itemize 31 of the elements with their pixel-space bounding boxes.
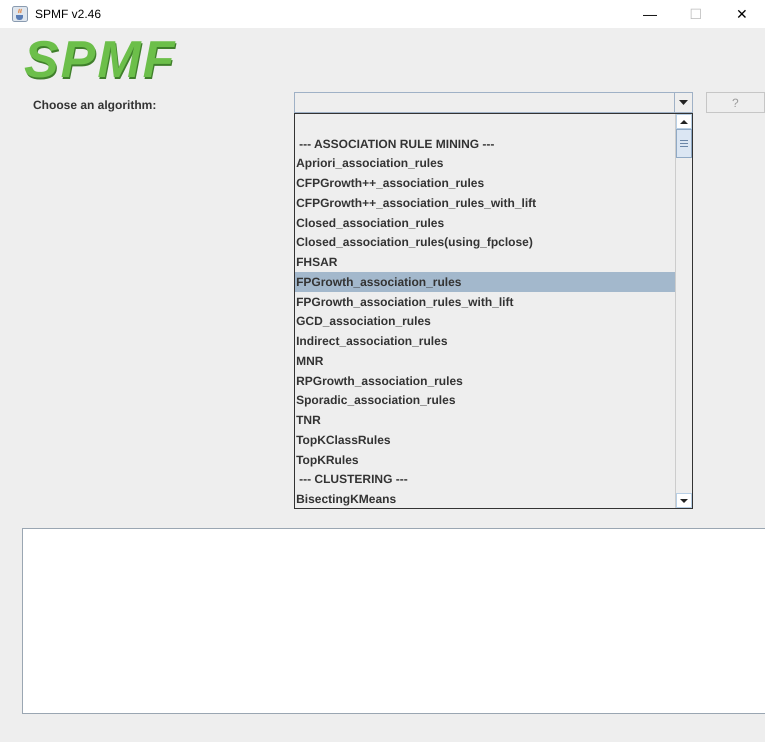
dropdown-option[interactable]: FPGrowth_association_rules_with_lift — [295, 292, 675, 312]
dropdown-option[interactable]: CFPGrowth++_association_rules_with_lift — [295, 193, 675, 213]
spmf-logo: SPMF — [24, 34, 176, 86]
algorithm-dropdown[interactable] — [294, 92, 693, 113]
dropdown-option[interactable]: CFPGrowth++_association_rules — [295, 173, 675, 193]
close-button[interactable]: ✕ — [719, 0, 765, 28]
dropdown-option[interactable]: Indirect_association_rules — [295, 331, 675, 351]
java-cup-icon — [12, 6, 28, 22]
dropdown-option[interactable]: FPGrowth_association_rules — [295, 272, 675, 292]
scroll-down-icon — [680, 498, 688, 502]
scroll-up-icon — [680, 120, 688, 124]
scroll-thumb[interactable] — [676, 129, 692, 158]
dropdown-option[interactable]: BisectingKMeans — [295, 489, 675, 509]
dropdown-option[interactable]: TNR — [295, 410, 675, 430]
minimize-button[interactable]: — — [627, 0, 673, 28]
dropdown-option[interactable]: Sporadic_association_rules — [295, 390, 675, 410]
dropdown-option[interactable]: MNR — [295, 351, 675, 371]
dropdown-option[interactable]: RPGrowth_association_rules — [295, 370, 675, 390]
scrollbar[interactable] — [674, 114, 692, 508]
category-header: --- ASSOCIATION RULE MINING --- — [298, 136, 496, 153]
dropdown-option[interactable]: FHSAR — [295, 252, 675, 272]
category-header: --- CLUSTERING --- — [298, 471, 409, 488]
dropdown-option[interactable]: Closed_association_rules(using_fpclose) — [295, 232, 675, 252]
window-title: SPMF v2.46 — [35, 6, 102, 23]
algorithm-label: Choose an algorithm: — [32, 97, 158, 114]
dropdown-option[interactable]: Closed_association_rules — [295, 212, 675, 232]
dropdown-option[interactable]: GCD_association_rules — [295, 312, 675, 332]
dropdown-caret-icon — [678, 100, 688, 105]
dropdown-option[interactable]: Apriori_association_rules — [295, 154, 675, 174]
dropdown-option[interactable]: TopKClassRules — [295, 430, 675, 450]
dropdown-option[interactable]: TopKRules — [295, 450, 675, 470]
